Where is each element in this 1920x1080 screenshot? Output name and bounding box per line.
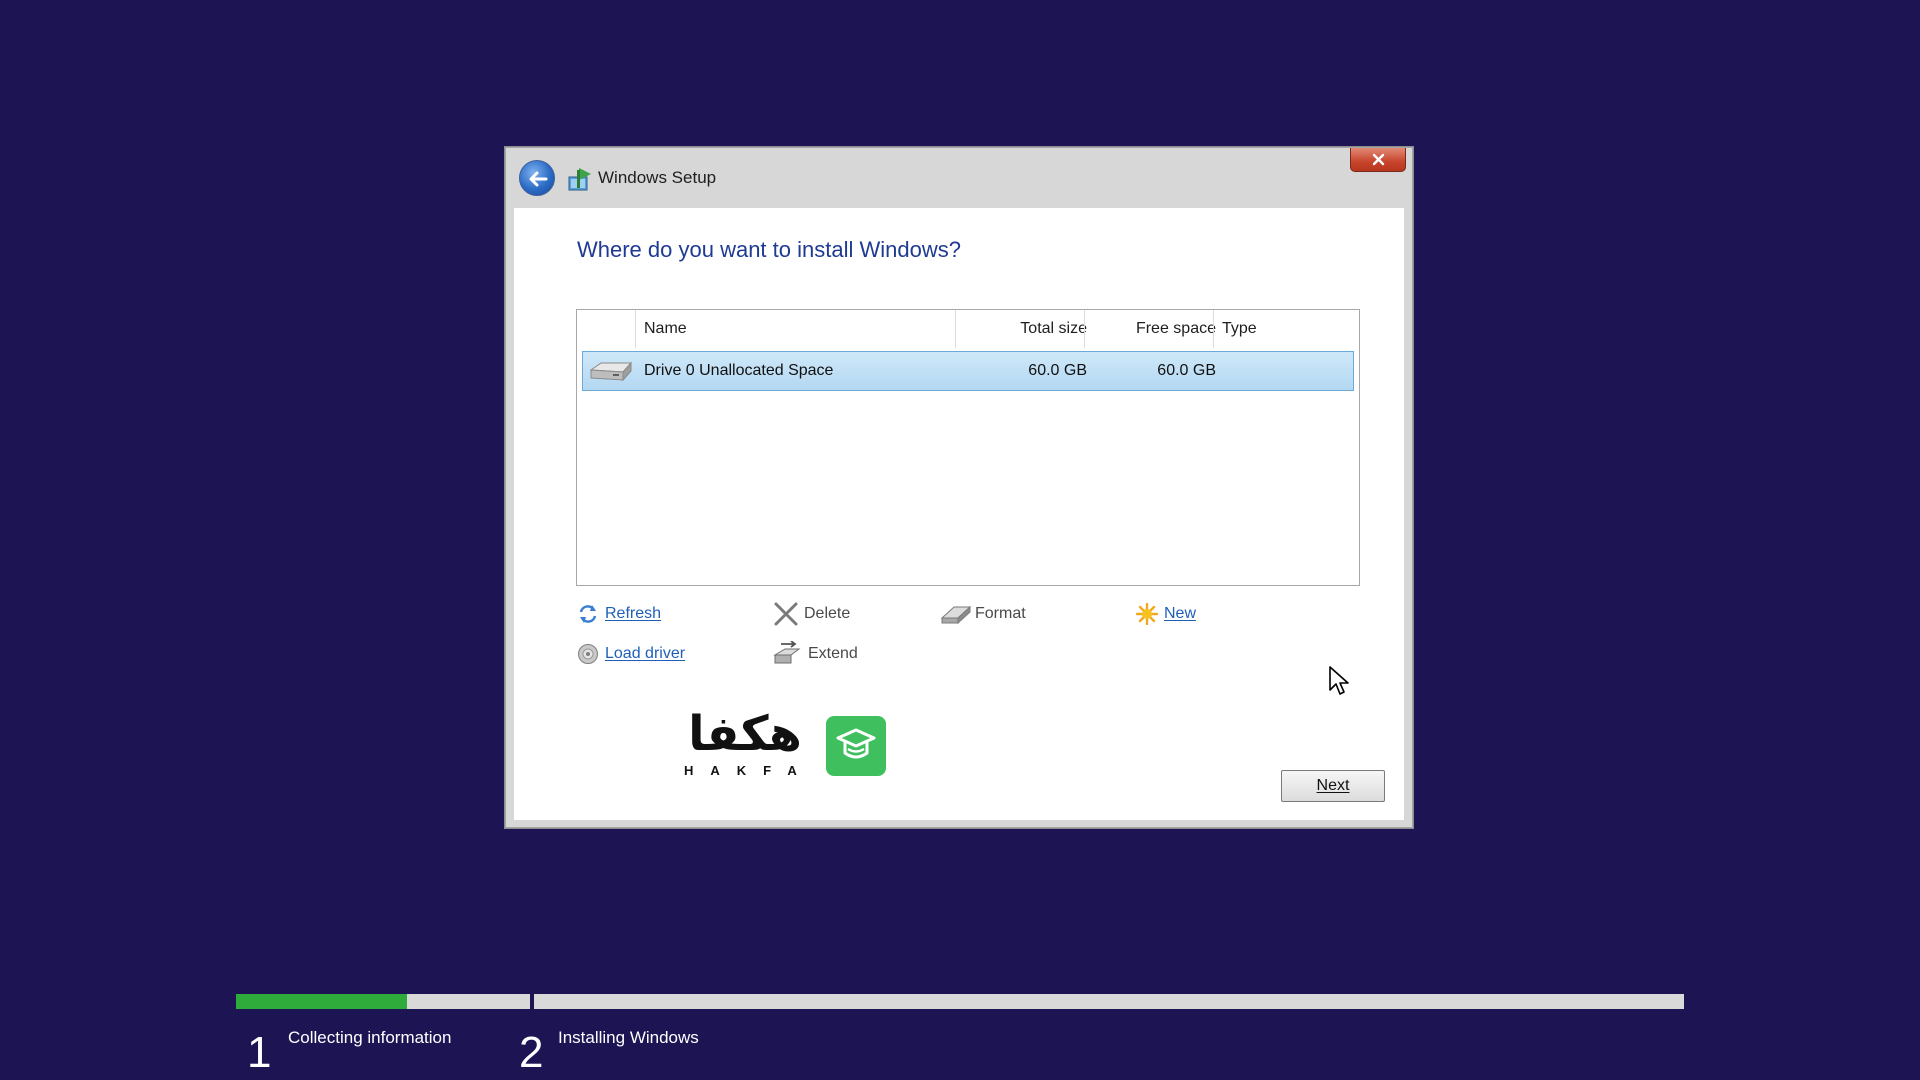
mouse-pointer-icon [1329,666,1349,695]
delete-label: Delete [804,605,851,622]
partition-name: Drive 0 Unallocated Space [644,362,834,379]
step-1-number: 1 [247,1028,272,1077]
new-label: New [1164,605,1197,622]
windows-setup-icon [568,168,591,191]
svg-text:هكفا: هكفا [688,706,802,762]
step-1-label: Collecting information [288,1028,452,1047]
next-button-label: Next [1316,777,1350,794]
format-label: Format [975,605,1026,622]
column-total-size[interactable]: Total size [955,310,1087,348]
hard-drive-icon [589,361,633,382]
load-driver-label: Load driver [605,645,686,662]
partition-row-drive-0[interactable]: Drive 0 Unallocated Space 60.0 GB 60.0 G… [582,351,1354,391]
progress-step-2-bar [534,994,1684,1009]
extend-icon [773,641,801,664]
progress-step-1-bar [236,994,530,1009]
new-star-icon [1136,603,1158,625]
column-name[interactable]: Name [644,310,687,348]
partition-list-header: Name Total size Free space Type [577,310,1359,348]
title-bar: Windows Setup [506,148,1412,208]
column-separator [635,310,636,348]
partition-list[interactable]: Name Total size Free space Type Drive 0 … [576,309,1360,586]
refresh-icon [579,605,597,623]
disc-icon [578,644,598,664]
format-eraser-icon [940,605,972,625]
partition-free-space: 60.0 GB [1157,362,1216,379]
step-2-label: Installing Windows [558,1028,699,1047]
column-separator [1213,310,1214,348]
back-arrow-icon [529,171,548,187]
column-free-space[interactable]: Free space [1084,310,1216,348]
column-type[interactable]: Type [1222,310,1257,348]
back-button[interactable] [519,160,555,196]
delete-x-icon [774,602,798,626]
close-icon [1372,153,1385,166]
extend-label: Extend [808,645,858,662]
hakfa-latin-logo: HAKFA [684,763,814,778]
window-title: Windows Setup [598,168,717,187]
page-heading: Where do you want to install Windows? [577,237,961,262]
progress-step-1-fill [236,994,407,1009]
close-button[interactable] [1350,148,1406,172]
step-2-number: 2 [519,1028,544,1077]
screen: Windows Setup Where do you want to insta… [0,0,1920,1080]
refresh-label: Refresh [605,605,662,622]
next-button[interactable]: Next [1281,770,1385,802]
graduation-cap-badge-icon [826,716,886,776]
partition-total-size: 60.0 GB [1028,362,1087,379]
